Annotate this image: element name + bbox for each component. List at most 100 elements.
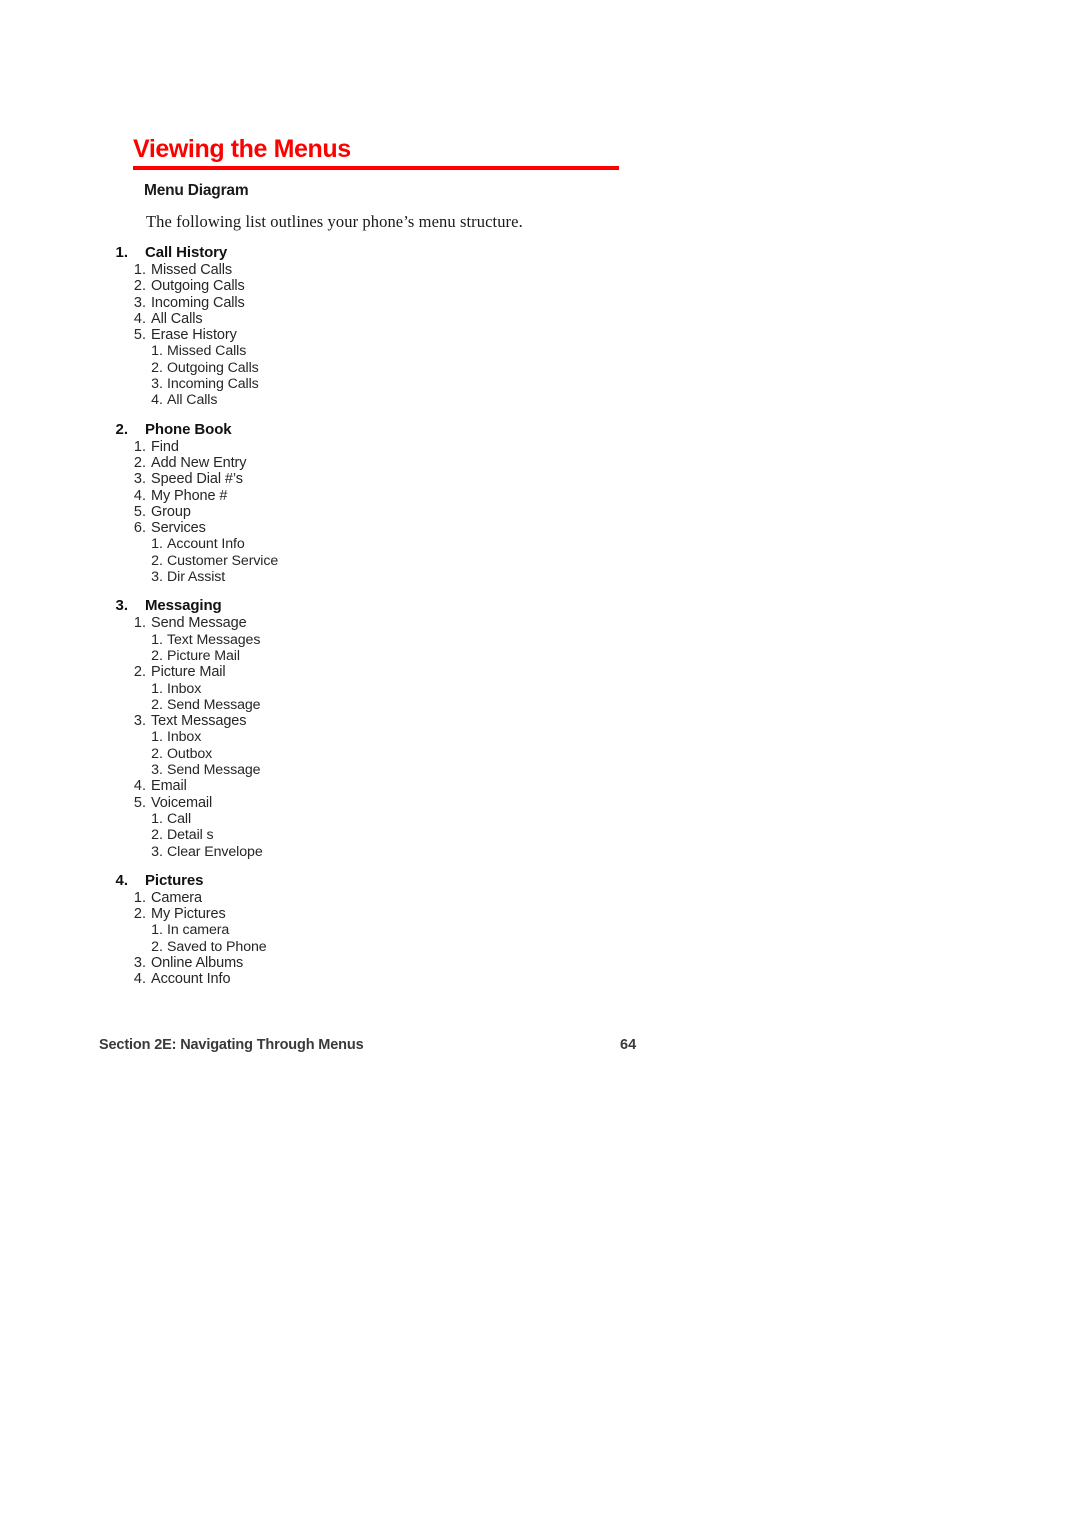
menu-item-number: 2. xyxy=(151,647,163,664)
menu-item-label: My Phone # xyxy=(151,487,228,504)
menu-item-label: Clear Envelope xyxy=(167,843,263,860)
menu-item-row: 4. My Phone # xyxy=(0,488,1080,504)
menu-section-row: 2. Phone Book xyxy=(0,420,1080,439)
menu-item-row: 3. Clear Envelope xyxy=(0,844,1080,860)
menu-item-number: 1. xyxy=(151,631,163,648)
menu-item-number: 1. xyxy=(151,680,163,697)
menu-item-label: Send Message xyxy=(167,762,261,779)
menu-item-row: 3. Incoming Calls xyxy=(0,376,1080,392)
menu-item-number: 3. xyxy=(133,713,146,730)
menu-item-number: 5. xyxy=(133,794,146,811)
menu-item-number: 2. xyxy=(151,696,163,713)
menu-item-number: 1. xyxy=(151,536,163,553)
menu-item-row: 2. Detail s xyxy=(0,827,1080,843)
menu-item-row: 3. Send Message xyxy=(0,762,1080,778)
menu-item-label: Camera xyxy=(151,889,202,906)
menu-item-label: Detail s xyxy=(167,827,214,844)
intro-paragraph: The following list outlines your phone’s… xyxy=(146,212,523,231)
menu-item-label: Group xyxy=(151,503,191,520)
menu-item-row: 1. Camera xyxy=(0,890,1080,906)
menu-item-row: 2. Picture Mail xyxy=(0,664,1080,680)
menu-item-row: 3. Incoming Calls xyxy=(0,295,1080,311)
menu-item-row: 1. Inbox xyxy=(0,729,1080,745)
menu-item-label: In camera xyxy=(167,922,230,939)
menu-item-number: 4. xyxy=(115,871,128,889)
menu-item-row: 2. Saved to Phone xyxy=(0,939,1080,955)
title-underline-rule xyxy=(133,166,619,171)
menu-item-row: 4. Email xyxy=(0,778,1080,794)
menu-item-label: Account Info xyxy=(167,536,245,553)
menu-item-number: 1. xyxy=(133,262,146,278)
menu-item-number: 4. xyxy=(133,487,146,504)
menu-item-row: 4. All Calls xyxy=(0,392,1080,408)
menu-item-row: 1. Call xyxy=(0,811,1080,827)
page-title: Viewing the Menus xyxy=(133,135,351,163)
menu-item-row: 3. Online Albums xyxy=(0,955,1080,971)
menu-item-label: My Pictures xyxy=(151,906,226,923)
menu-item-number: 3. xyxy=(133,294,146,311)
menu-item-label: Dir Assist xyxy=(167,569,226,586)
menu-item-number: 3. xyxy=(151,569,163,586)
menu-item-row: 2. Add New Entry xyxy=(0,455,1080,471)
menu-item-number: 3. xyxy=(133,954,146,971)
menu-item-row: 1. Missed Calls xyxy=(0,343,1080,359)
menu-item-row: 4. All Calls xyxy=(0,311,1080,327)
footer-section-label: Section 2E: Navigating Through Menus xyxy=(99,1037,364,1053)
menu-item-number: 4. xyxy=(133,778,146,795)
menu-item-label: Messaging xyxy=(145,597,222,615)
menu-item-number: 1. xyxy=(151,810,163,827)
menu-item-label: Services xyxy=(151,520,206,537)
menu-item-number: 4. xyxy=(133,971,146,988)
page-title-block: Viewing the Menus xyxy=(133,135,619,171)
menu-item-label: Call xyxy=(167,810,192,827)
menu-item-row: 2. Outgoing Calls xyxy=(0,360,1080,376)
menu-item-number: 3. xyxy=(151,376,163,393)
menu-item-label: Email xyxy=(151,778,187,795)
menu-item-row: 2. Outgoing Calls xyxy=(0,278,1080,294)
menu-item-label: Inbox xyxy=(167,729,202,746)
menu-item-label: Phone Book xyxy=(145,420,232,438)
menu-item-number: 2. xyxy=(151,745,163,762)
menu-item-row: 3. Text Messages xyxy=(0,713,1080,729)
menu-item-label: Incoming Calls xyxy=(151,294,245,311)
menu-item-label: Incoming Calls xyxy=(167,376,259,393)
menu-item-number: 3. xyxy=(133,471,146,488)
menu-item-number: 2. xyxy=(115,420,128,438)
menu-item-label: Add New Entry xyxy=(151,454,247,471)
menu-item-row: 5. Erase History xyxy=(0,327,1080,343)
menu-item-label: Picture Mail xyxy=(151,664,226,681)
menu-item-label: All Calls xyxy=(151,310,203,327)
menu-item-label: Missed Calls xyxy=(167,343,247,360)
menu-item-number: 1. xyxy=(133,615,146,632)
menu-item-row: 5. Voicemail xyxy=(0,795,1080,811)
menu-item-label: Send Message xyxy=(151,615,247,632)
menu-item-number: 2. xyxy=(133,454,146,471)
menu-item-row: 2. Customer Service xyxy=(0,553,1080,569)
menu-item-row: 1. Account Info xyxy=(0,536,1080,552)
menu-outline-list: 1. Call History 1. Missed Calls 2. Outgoing C… xyxy=(0,243,1080,988)
menu-item-number: 4. xyxy=(133,310,146,327)
menu-section-row: 1. Call History xyxy=(0,243,1080,262)
menu-item-row: 2. My Pictures xyxy=(0,906,1080,922)
menu-item-label: Voicemail xyxy=(151,794,213,811)
menu-item-label: Speed Dial #’s xyxy=(151,471,243,488)
menu-item-number: 1. xyxy=(151,922,163,939)
menu-item-number: 2. xyxy=(133,906,146,923)
menu-item-number: 1. xyxy=(115,244,128,261)
menu-item-label: Call History xyxy=(145,244,228,261)
menu-item-label: Outgoing Calls xyxy=(151,278,245,295)
menu-item-row: 1. Find xyxy=(0,439,1080,455)
menu-item-number: 2. xyxy=(151,552,163,569)
menu-item-label: Missed Calls xyxy=(151,262,232,278)
menu-item-number: 3. xyxy=(151,843,163,860)
menu-item-number: 3. xyxy=(151,762,163,779)
menu-item-number: 2. xyxy=(133,278,146,295)
menu-item-label: Pictures xyxy=(145,871,204,889)
menu-section-row: 3. Messaging xyxy=(0,596,1080,615)
menu-item-row: 1. In camera xyxy=(0,922,1080,938)
menu-item-label: Saved to Phone xyxy=(167,938,267,955)
menu-item-label: Customer Service xyxy=(167,552,279,569)
footer-page-number: 64 xyxy=(620,1037,637,1053)
menu-item-row: 5. Group xyxy=(0,504,1080,520)
